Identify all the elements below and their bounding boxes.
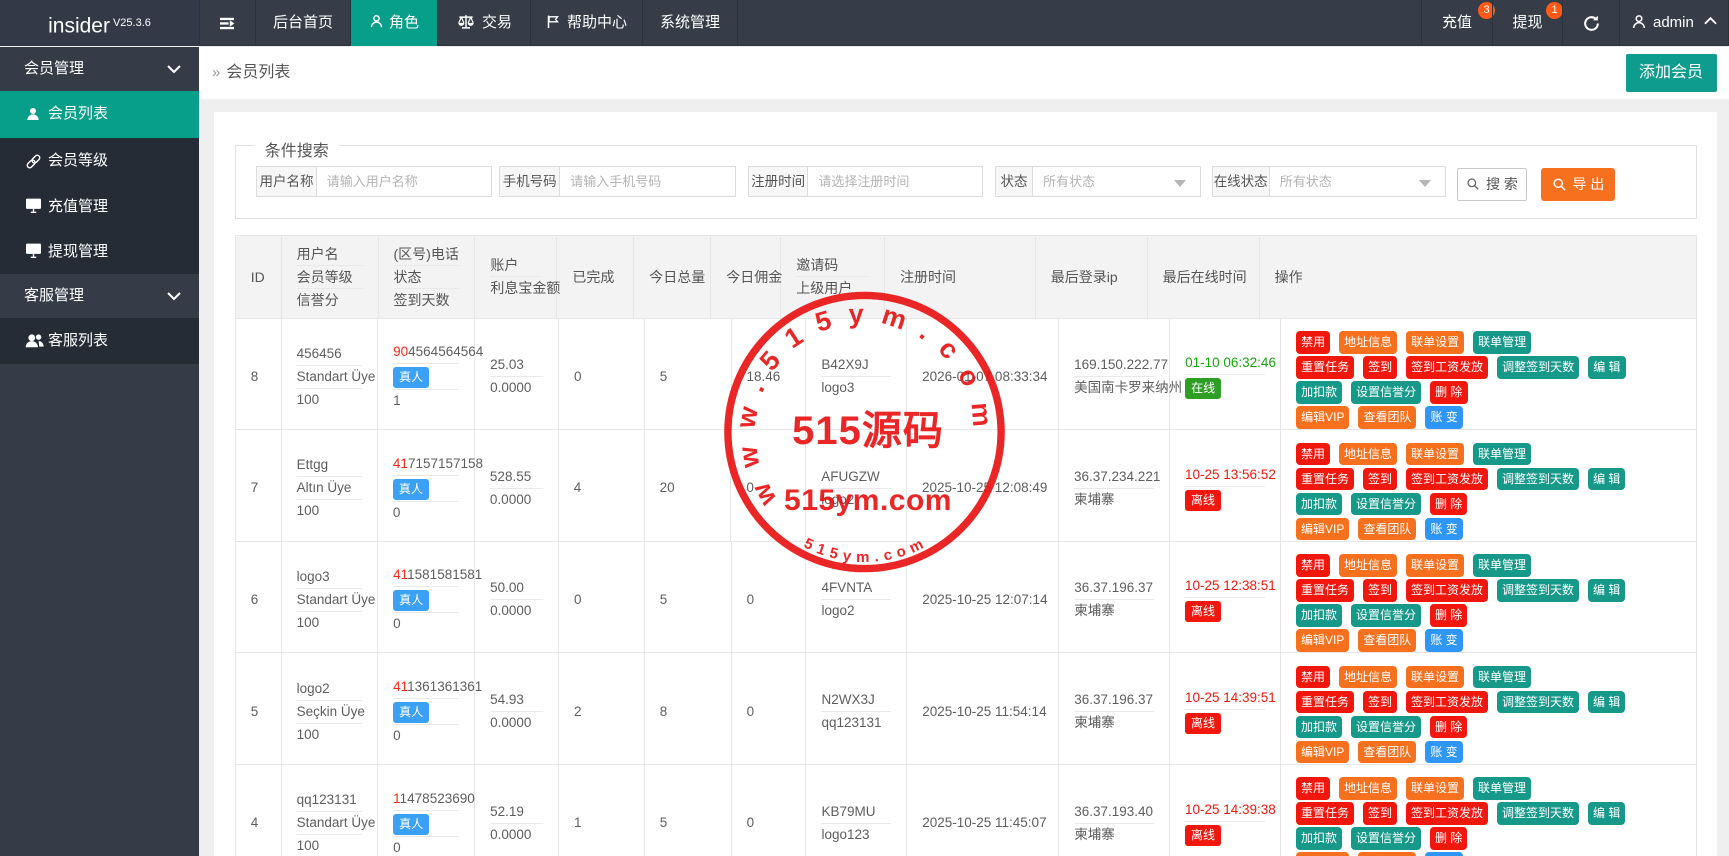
svg-text:515源码: 515源码 — [792, 409, 944, 453]
svg-text:515ym.com: 515ym.com — [784, 484, 952, 517]
